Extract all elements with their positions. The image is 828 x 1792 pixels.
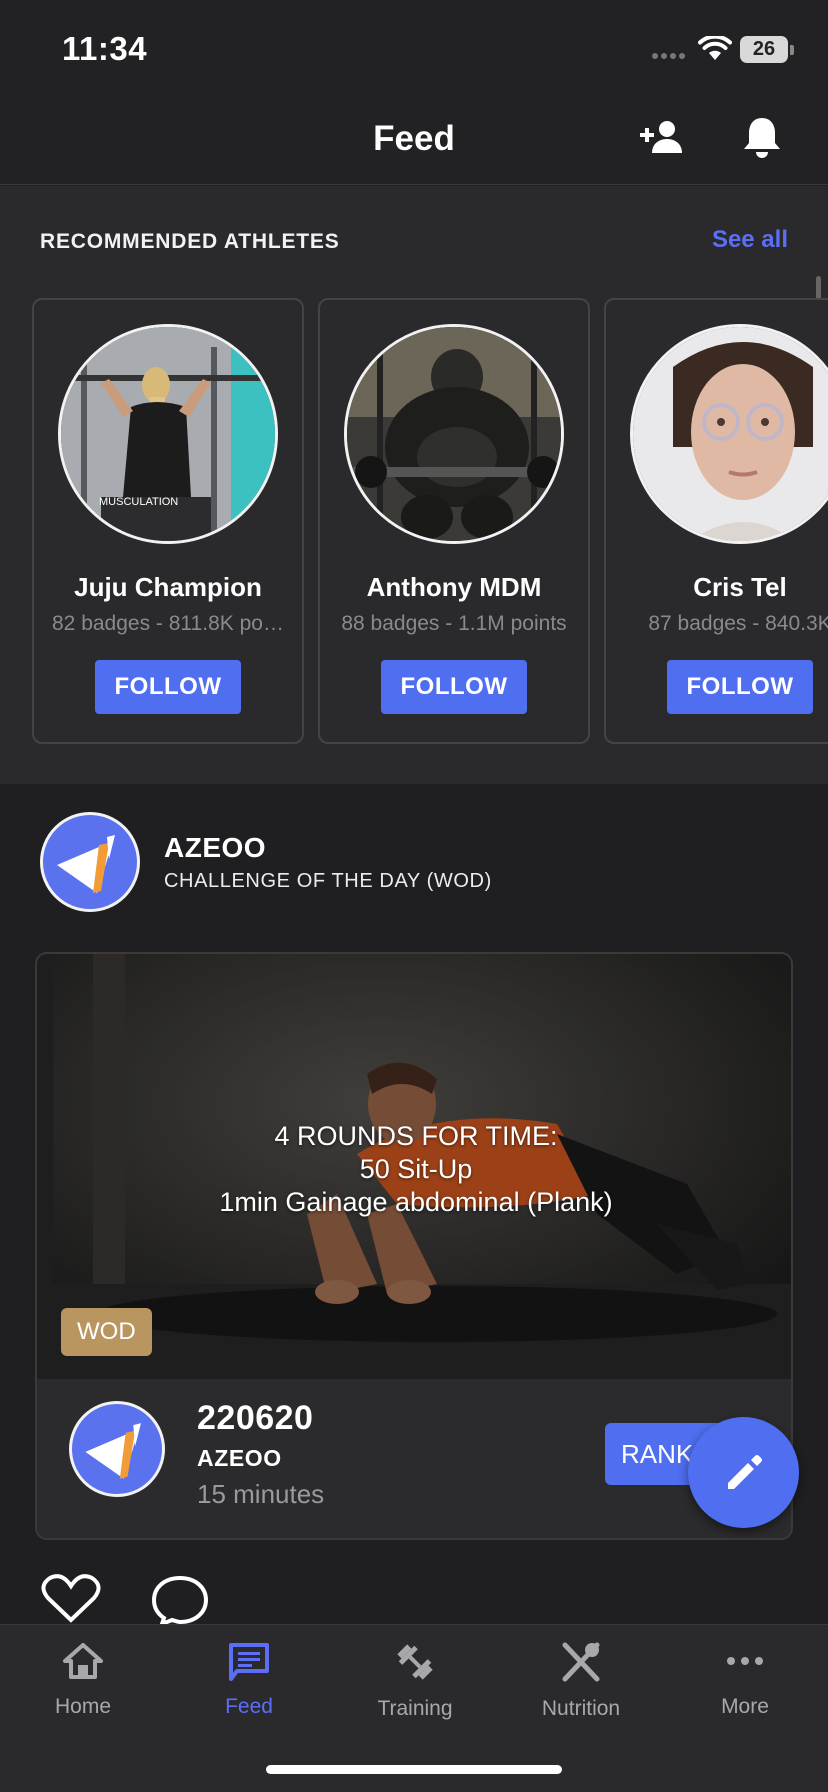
wod-line: 1min Gainage abdominal (Plank) — [219, 1187, 613, 1217]
compose-button[interactable] — [688, 1417, 799, 1528]
feed-icon — [229, 1643, 269, 1681]
wod-code: 220620 — [197, 1399, 314, 1437]
tab-label: Home — [54, 1695, 112, 1718]
more-icon — [727, 1657, 763, 1665]
athlete-name: Cris Tel — [693, 572, 787, 602]
tab-label: Training — [377, 1697, 453, 1720]
bell-icon[interactable] — [742, 115, 782, 159]
wod-line: 50 Sit-Up — [359, 1154, 473, 1184]
home-indicator[interactable] — [266, 1765, 562, 1774]
wod-author: AZEOO — [197, 1445, 282, 1471]
battery-indicator: 26 — [740, 36, 788, 63]
athlete-name: Juju Champion — [74, 572, 262, 602]
page-title: Feed — [373, 119, 455, 158]
wod-card[interactable]: 4 ROUNDS FOR TIME: 50 Sit-Up 1min Gainag… — [35, 952, 793, 1540]
athlete-stats: 87 badges - 840.3K — [648, 612, 828, 635]
wod-duration: 15 minutes — [197, 1479, 325, 1509]
athlete-card[interactable]: Cris Tel 87 badges - 840.3K FOLLOW — [604, 298, 828, 744]
pencil-icon — [728, 1455, 762, 1489]
wod-line: 4 ROUNDS FOR TIME: — [274, 1121, 558, 1151]
post-header[interactable]: AZEOO CHALLENGE OF THE DAY (WOD) — [0, 784, 828, 934]
follow-button[interactable]: FOLLOW — [667, 660, 813, 714]
see-all-link[interactable]: See all — [712, 226, 788, 254]
section-title: RECOMMENDED ATHLETES — [40, 230, 340, 253]
home-icon — [63, 1643, 103, 1679]
avatar — [344, 324, 564, 544]
azeoo-logo-icon — [69, 1401, 165, 1497]
athlete-stats: 82 badges - 811.8K points — [52, 612, 284, 635]
recommended-athletes-section: RECOMMENDED ATHLETES See all MUSCULATION… — [0, 186, 828, 784]
tab-home[interactable]: Home — [0, 1641, 166, 1719]
wod-details[interactable]: 220620 AZEOO 15 minutes RANK — [37, 1379, 791, 1538]
status-bar: 11:34 26 — [0, 0, 828, 95]
tab-label: Nutrition — [541, 1697, 621, 1720]
post-author[interactable]: AZEOO — [164, 832, 266, 864]
wod-description: 4 ROUNDS FOR TIME: 50 Sit-Up 1min Gainag… — [37, 1120, 791, 1219]
tab-label: Feed — [225, 1695, 273, 1718]
azeoo-logo-icon[interactable] — [40, 812, 140, 912]
add-user-icon[interactable] — [640, 119, 684, 155]
athlete-stats: 88 badges - 1.1M points — [341, 612, 567, 635]
comment-icon[interactable] — [150, 1574, 210, 1624]
tab-nutrition[interactable]: Nutrition — [498, 1641, 664, 1721]
battery-tip — [790, 45, 794, 55]
tab-feed[interactable]: Feed — [166, 1641, 332, 1719]
dumbbell-icon — [397, 1644, 433, 1680]
athlete-card[interactable]: Anthony MDM 88 badges - 1.1M points FOLL… — [318, 298, 590, 744]
status-time: 11:34 — [62, 30, 148, 67]
athletes-carousel[interactable]: MUSCULATION Juju Champion 82 badges - 81… — [32, 298, 828, 744]
post-subtitle: CHALLENGE OF THE DAY (WOD) — [164, 870, 492, 892]
avatar — [630, 324, 828, 544]
top-header: Feed — [0, 95, 828, 185]
tab-more[interactable]: More — [662, 1641, 828, 1719]
avatar: MUSCULATION — [58, 324, 278, 544]
svg-text:MUSCULATION: MUSCULATION — [99, 496, 178, 508]
athlete-name: Anthony MDM — [366, 572, 542, 602]
signal-icon — [652, 53, 685, 59]
tab-training[interactable]: Training — [332, 1641, 498, 1721]
tab-label: More — [721, 1695, 769, 1718]
wifi-icon — [698, 36, 732, 60]
wod-badge: WOD — [61, 1308, 152, 1356]
athlete-card[interactable]: MUSCULATION Juju Champion 82 badges - 81… — [32, 298, 304, 744]
heart-icon[interactable] — [40, 1574, 102, 1624]
follow-button[interactable]: FOLLOW — [381, 660, 527, 714]
follow-button[interactable]: FOLLOW — [95, 660, 241, 714]
utensils-icon — [562, 1642, 600, 1682]
